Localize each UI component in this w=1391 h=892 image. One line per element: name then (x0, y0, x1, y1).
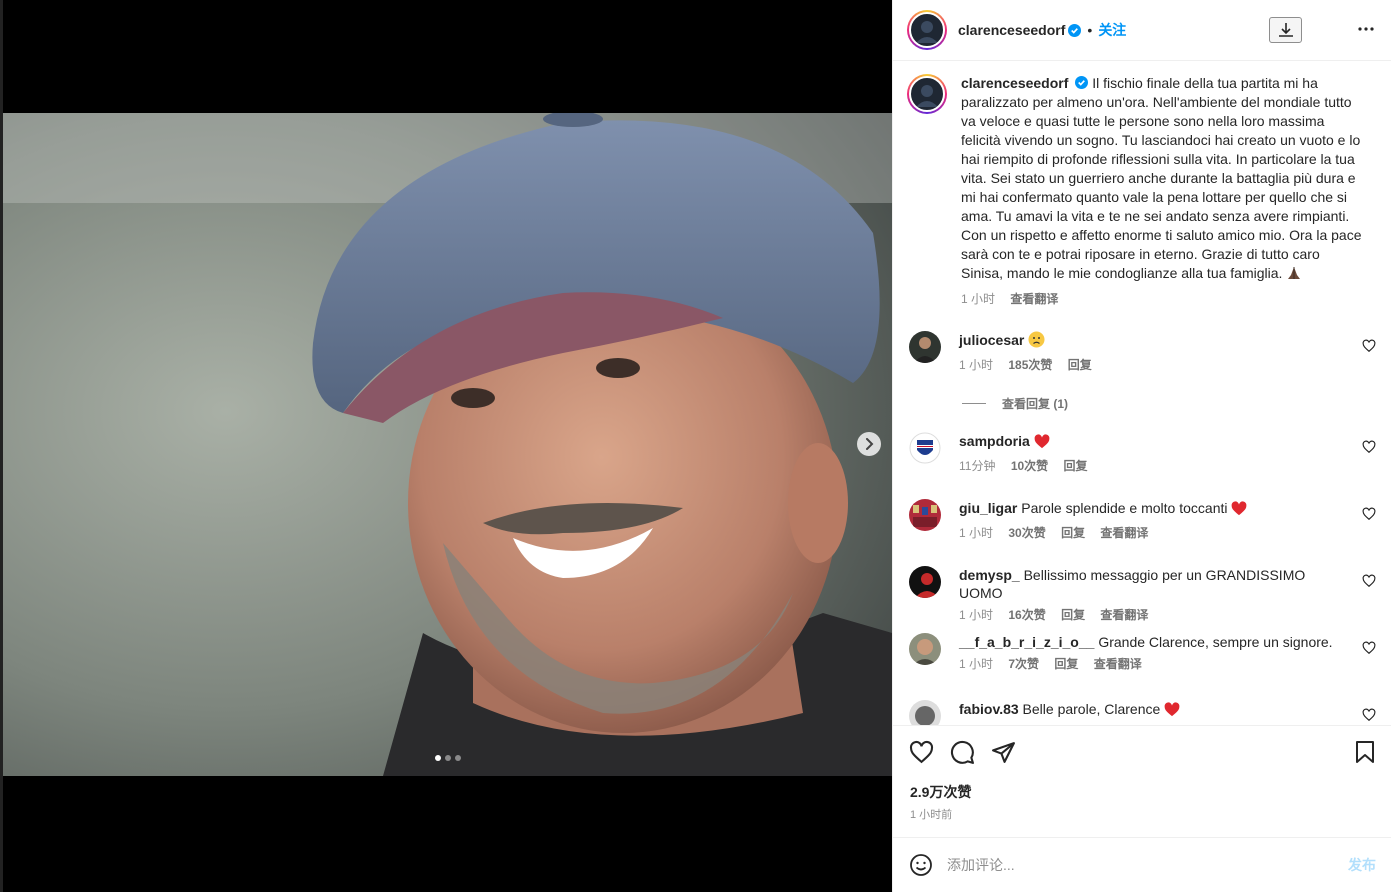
sad-face-icon (1028, 331, 1045, 352)
heart-icon[interactable] (1362, 708, 1376, 722)
comment-username[interactable]: fabiov.83 (959, 701, 1019, 717)
comment-time: 1 小时 (959, 657, 994, 671)
author-username[interactable]: clarenceseedorf (958, 22, 1065, 38)
verified-badge-icon (1075, 76, 1089, 89)
post-caption: clarenceseedorf Il fischio finale della … (907, 74, 1377, 309)
replies-line (962, 403, 986, 404)
post-panel: clarenceseedorf • 关注 clarenceseedorf Il … (892, 0, 1391, 892)
heart-icon[interactable] (1362, 507, 1376, 521)
comment-text: Parole splendide e molto toccanti (1021, 500, 1228, 516)
comment-translate-link[interactable]: 查看翻译 (1100, 526, 1148, 540)
carousel-dots (435, 755, 461, 761)
red-heart-icon (1034, 434, 1050, 453)
red-heart-icon (1164, 702, 1180, 721)
follow-button[interactable]: 关注 (1098, 20, 1126, 40)
comment-username[interactable]: __f_a_b_r_i_z_i_o__ (959, 634, 1094, 650)
comment-avatar[interactable] (909, 566, 941, 598)
post-comment-button[interactable]: 发布 (1348, 855, 1376, 875)
comment-avatar[interactable] (909, 700, 941, 725)
comment-username[interactable]: sampdoria (959, 433, 1030, 449)
view-replies-link[interactable]: 查看回复 (1) (962, 395, 1068, 412)
post-timestamp[interactable]: 1 小时前 (910, 806, 952, 822)
heart-icon[interactable] (1362, 574, 1376, 588)
download-icon (1278, 23, 1293, 37)
comment-input[interactable] (947, 857, 1337, 873)
emoji-icon[interactable] (909, 853, 933, 877)
avatar-icon (912, 15, 942, 45)
comment-item: __f_a_b_r_i_z_i_o__ Grande Clarence, sem… (909, 633, 1379, 673)
carousel-dot (445, 755, 451, 761)
download-button[interactable] (1269, 17, 1302, 43)
comment-item: sampdoria 11分钟 10次赞 回复 (909, 432, 1379, 475)
more-icon (1358, 27, 1374, 31)
comment-item: fabiov.83 Belle parole, Clarence (909, 700, 1379, 725)
comment-username[interactable]: demysp_ (959, 567, 1020, 583)
author-avatar[interactable] (907, 10, 947, 50)
praying-hands-icon (1286, 265, 1302, 286)
comment-time: 1 小时 (959, 608, 994, 622)
view-replies-text: 查看回复 (1) (1002, 397, 1069, 411)
comment-reply-button[interactable]: 回复 (1068, 358, 1092, 372)
comment-text: Belle parole, Clarence (1022, 701, 1161, 717)
comment-likes[interactable]: 7次赞 (1008, 657, 1039, 671)
verified-badge-icon (1068, 23, 1082, 37)
comment-avatar[interactable] (909, 633, 941, 665)
likes-count[interactable]: 2.9万次赞 (910, 782, 971, 802)
carousel-dot (455, 755, 461, 761)
comment-likes[interactable]: 10次赞 (1011, 459, 1048, 473)
post-actions: 2.9万次赞 1 小时前 (893, 725, 1391, 837)
comment-time: 1 小时 (959, 358, 994, 372)
comment-likes[interactable]: 30次赞 (1008, 526, 1045, 540)
add-comment-bar: 发布 (893, 837, 1391, 892)
comment-text: Grande Clarence, sempre un signore. (1098, 634, 1333, 650)
comment-translate-link[interactable]: 查看翻译 (1100, 608, 1148, 622)
post-photo[interactable] (3, 113, 892, 776)
carousel-next-button[interactable] (857, 432, 881, 456)
comment-item: demysp_ Bellissimo messaggio per un GRAN… (909, 566, 1379, 624)
comment-likes[interactable]: 185次赞 (1008, 358, 1052, 372)
author-avatar[interactable] (907, 74, 947, 114)
comment-translate-link[interactable]: 查看翻译 (1094, 657, 1142, 671)
post-header: clarenceseedorf • 关注 (893, 0, 1391, 61)
comments-list[interactable]: clarenceseedorf Il fischio finale della … (893, 61, 1391, 725)
heart-icon[interactable] (1362, 440, 1376, 454)
comment-avatar[interactable] (909, 432, 941, 464)
comment-reply-button[interactable]: 回复 (1054, 657, 1078, 671)
comment-item: juliocesar 1 小时 185次赞 回复 (909, 331, 1379, 374)
heart-icon[interactable] (1362, 339, 1376, 353)
comment-username[interactable]: juliocesar (959, 332, 1024, 348)
comment-item: giu_ligar Parole splendide e molto tocca… (909, 499, 1379, 542)
bookmark-icon[interactable] (1354, 740, 1376, 764)
heart-icon[interactable] (909, 740, 934, 765)
comment-username[interactable]: giu_ligar (959, 500, 1017, 516)
chevron-right-icon (866, 438, 874, 450)
comment-reply-button[interactable]: 回复 (1064, 459, 1088, 473)
separator-dot: • (1087, 22, 1093, 38)
comment-avatar[interactable] (909, 499, 941, 531)
caption-text: Il fischio finale della tua partita mi h… (961, 75, 1362, 281)
portrait-image (3, 113, 892, 776)
comment-reply-button[interactable]: 回复 (1061, 608, 1085, 622)
comment-icon[interactable] (950, 740, 975, 765)
caption-time: 1 小时 (961, 292, 996, 306)
comment-time: 1 小时 (959, 526, 994, 540)
caption-translate-link[interactable]: 查看翻译 (1010, 292, 1058, 306)
comment-likes[interactable]: 16次赞 (1008, 608, 1045, 622)
caption-username[interactable]: clarenceseedorf (961, 75, 1068, 91)
post-media (0, 0, 892, 892)
comment-reply-button[interactable]: 回复 (1061, 526, 1085, 540)
comment-time: 11分钟 (959, 459, 996, 473)
heart-icon[interactable] (1362, 641, 1376, 655)
comment-avatar[interactable] (909, 331, 941, 363)
avatar-icon (912, 79, 942, 109)
more-options-button[interactable] (1357, 20, 1375, 43)
red-heart-icon (1231, 501, 1247, 520)
share-icon[interactable] (991, 740, 1016, 765)
carousel-dot (435, 755, 441, 761)
